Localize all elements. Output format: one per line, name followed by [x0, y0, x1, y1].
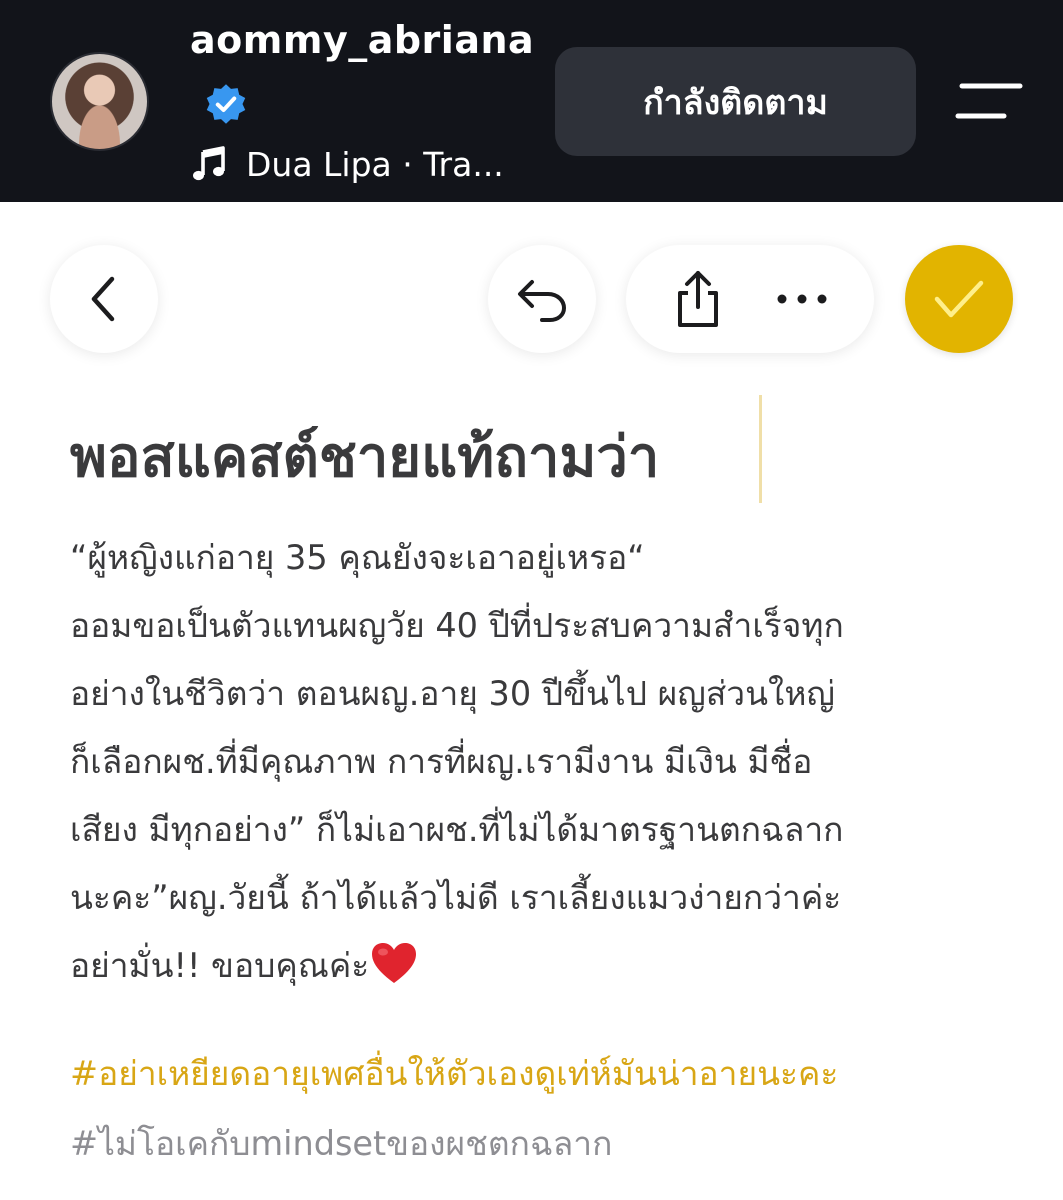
note-line-last: อย่ามั่น!! ขอบคุณค่ะ [70, 932, 1010, 1000]
share-icon[interactable] [670, 269, 726, 329]
music-row[interactable]: Dua Lipa · Tra... [190, 142, 504, 186]
undo-button[interactable] [488, 245, 596, 353]
music-note-icon [193, 146, 225, 181]
note-line: ก็เลือกผช.ที่มีคุณภาพ การที่ผญ.เรามีงาน … [70, 742, 813, 781]
verified-badge-icon [206, 84, 246, 124]
username[interactable]: aommy_abriana [190, 18, 534, 62]
note-line: นะคะ”ผญ.วัยนี้ ถ้าได้แล้วไม่ดี เราเลี้ยง… [70, 878, 842, 917]
note-line-text: อย่ามั่น!! ขอบคุณค่ะ [70, 946, 370, 985]
text-cursor [759, 395, 762, 503]
back-button[interactable] [50, 245, 158, 353]
music-track: Dua Lipa · Tra... [246, 144, 504, 184]
note-line: อย่างในชีวิตว่า ตอนผญ.อายุ 30 ปีขึ้นไป ผ… [70, 674, 835, 713]
heart-emoji [372, 943, 417, 983]
following-button[interactable]: กำลังติดตาม [555, 47, 916, 156]
note-line: เสียง มีทุกอย่าง” ก็ไม่เอาผช.ที่ไม่ได้มา… [70, 810, 844, 849]
hashtag-link[interactable]: #อย่าเหยียดอายุเพศอื่นให้ตัวเองดูเท่ห์มั… [70, 1040, 838, 1108]
note-title[interactable]: พอสแคสต์ชายแท้ถามว่า [70, 412, 659, 501]
more-horizontal-icon[interactable] [774, 292, 830, 306]
checkmark-icon [934, 280, 984, 318]
profile-header: aommy_abriana Dua Lipa · Tra... กำลังติด… [0, 0, 1063, 202]
note-body[interactable]: “ผู้หญิงแก่อายุ 35 คุณยังจะเอาอยู่เหรอ“ … [70, 524, 1010, 1000]
avatar[interactable] [50, 52, 149, 151]
chevron-left-icon [91, 276, 115, 322]
note-line: “ผู้หญิงแก่อายุ 35 คุณยังจะเอาอยู่เหรอ“ [70, 538, 645, 577]
undo-icon [518, 280, 567, 322]
done-button[interactable] [905, 245, 1013, 353]
note-line: ออมขอเป็นตัวแทนผญวัย 40 ปีที่ประสบความสำ… [70, 606, 844, 645]
hashtag-link[interactable]: #ไม่โอเคกับmindsetของผชตกฉลาก [70, 1110, 612, 1178]
note-actions-pill [626, 245, 874, 353]
menu-icon[interactable] [952, 80, 1024, 126]
